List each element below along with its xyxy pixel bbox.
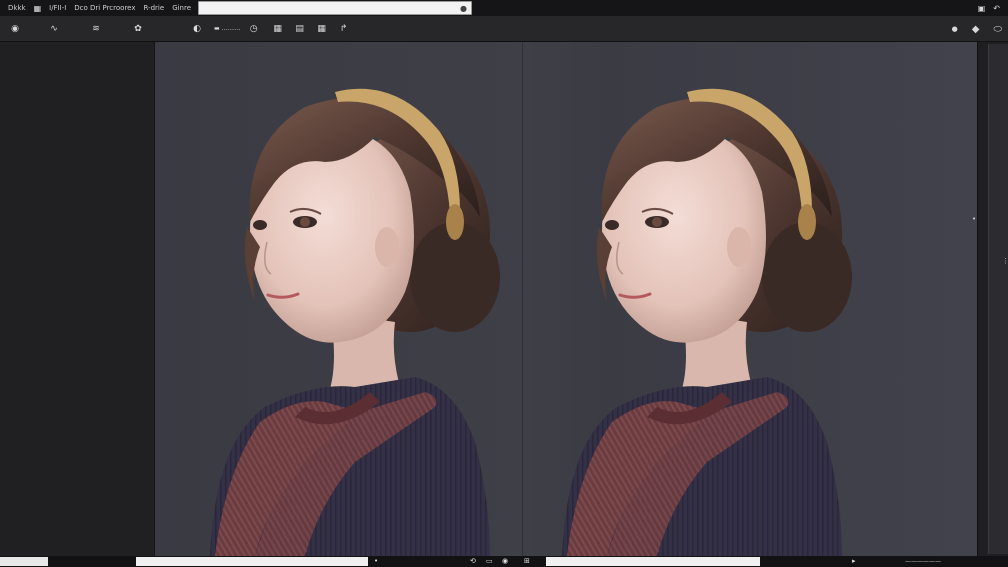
tool-brush-icon[interactable]: ≋	[84, 19, 108, 39]
menu-item-render[interactable]: R-drie	[140, 0, 169, 16]
url-input[interactable]: ●	[198, 1, 472, 15]
status-target-icon[interactable]: ◉	[502, 556, 508, 567]
status-dot-icon: •	[374, 557, 379, 565]
toolbar: ◉ ∿ ≋ ✿ ◐ ▬ .......... ◷ ▦ ▤ ▦ ↱ ● ◆ ⬭	[0, 16, 1008, 42]
status-field-main[interactable]	[136, 557, 368, 566]
portrait-right	[560, 87, 854, 556]
menu-render-label: R-drie	[143, 4, 165, 12]
tool-clock-icon[interactable]: ◷	[245, 19, 263, 39]
settings-icon[interactable]: ⬭	[993, 24, 1002, 35]
tool-flower-icon[interactable]: ✿	[126, 19, 150, 39]
status-play-icon[interactable]: ▸	[852, 556, 856, 567]
menu-view-label: Dco Dri Prcroorex	[74, 4, 136, 12]
menu-item-file[interactable]: Dkkk	[0, 0, 30, 16]
right-panel-marker-icon: •	[972, 215, 977, 223]
tool-brush-size[interactable]: ▬ ..........	[214, 19, 241, 39]
diamond-icon[interactable]: ◆	[972, 24, 980, 35]
compare-divider[interactable]	[522, 42, 523, 556]
layer-icon: ◐	[193, 23, 201, 34]
tool-wave-icon[interactable]: ∿	[42, 19, 66, 39]
tool-grid-icon[interactable]: ▦	[269, 19, 287, 39]
tool-layer-icon[interactable]: ◐	[188, 19, 206, 39]
grid-icon: ▦	[33, 3, 42, 13]
statusbar: • ⟲ ▭ ◉ ⊞ ▸ ——————	[0, 556, 1008, 567]
portrait-comparison	[208, 87, 854, 556]
menu-item-grid[interactable]: ▦	[30, 0, 46, 16]
circle-dot-icon[interactable]: ●	[952, 25, 958, 33]
menubar-right: ▣ ↶	[978, 0, 1008, 16]
menu-item-view[interactable]: Dco Dri Prcroorex	[70, 0, 139, 16]
right-panel: • ⋮	[972, 42, 1008, 556]
menu-edit-label: I/FII-I	[49, 4, 67, 12]
menu-file-label: Dkkk	[8, 4, 26, 12]
status-field-left[interactable]	[0, 557, 48, 566]
status-right-text: ——————	[905, 558, 941, 565]
toolbar-right: ● ◆ ⬭	[952, 19, 1002, 39]
status-compare-icon[interactable]: ⊞	[524, 556, 530, 567]
left-panel	[0, 42, 155, 556]
status-refresh-icon[interactable]: ⟲	[470, 556, 476, 567]
tool-table-icon[interactable]: ▦	[313, 19, 331, 39]
right-panel-handle-icon[interactable]: ⋮	[1002, 257, 1008, 265]
undo-icon[interactable]: ↶	[993, 4, 1000, 13]
window-icon[interactable]: ▣	[978, 4, 986, 13]
menubar: Dkkk ▦ I/FII-I Dco Dri Prcroorex R-drie …	[0, 0, 1008, 16]
status-frame-icon[interactable]: ▭	[486, 556, 493, 567]
menu-item-edit[interactable]: I/FII-I	[45, 0, 70, 16]
tool-crop-icon[interactable]: ↱	[335, 19, 353, 39]
portrait-left	[208, 87, 502, 556]
status-field-right[interactable]	[546, 557, 760, 566]
image-canvas[interactable]	[155, 42, 977, 556]
tool-list-icon[interactable]: ▤	[291, 19, 309, 39]
tool-circle-icon[interactable]: ◉	[6, 19, 24, 39]
menu-general-label: Ginre	[172, 4, 192, 12]
menu-item-general[interactable]: Ginre	[168, 0, 195, 16]
right-panel-strip	[988, 44, 1008, 554]
url-field-icon[interactable]: ●	[460, 3, 467, 15]
